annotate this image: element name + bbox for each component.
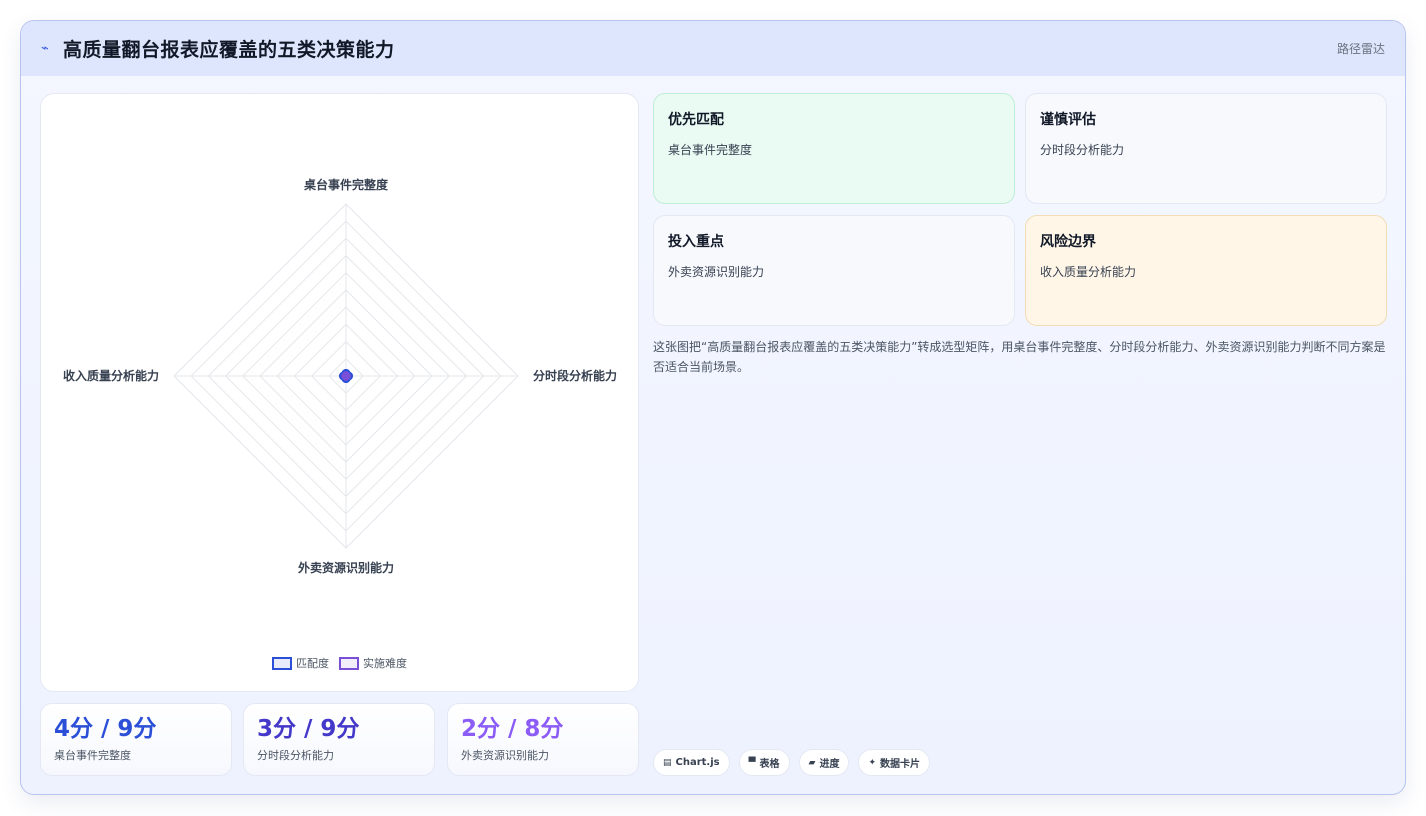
table-icon: ▀: [748, 757, 756, 768]
decision-title: 谨慎评估: [1040, 112, 1096, 128]
report-card: ⌁ 高质量翻台报表应覆盖的五类决策能力 路径雷达 桌台事件完整度 分时段分析能力外…: [20, 20, 1406, 795]
chip-label: 数据卡片: [880, 759, 921, 770]
radar-axis-label: 桌台事件完整度: [303, 177, 389, 192]
radar-chart: 桌台事件完整度分时段分析能力外卖资源识别能力 收入质量分析能力: [63, 177, 617, 575]
chart-icon: ▤: [663, 757, 672, 768]
stat-value: 3分 / 9分: [257, 716, 360, 742]
card-header: ⌁ 高质量翻台报表应覆盖的五类决策能力 路径雷达: [21, 21, 1405, 76]
stat-label: 外卖资源识别能力: [461, 749, 549, 762]
page-title: 高质量翻台报表应覆盖的五类决策能力: [63, 39, 395, 61]
stat-label: 分时段分析能力: [257, 749, 334, 762]
decision-title: 风险边界: [1040, 234, 1096, 250]
sparkle-icon: ⌁: [41, 41, 49, 56]
decision-value: 收入质量分析能力: [1040, 265, 1137, 279]
card-icon: ✦: [868, 757, 877, 768]
radar-axis-label: 分时段分析能力: [533, 368, 617, 383]
radar-axis-label: 收入质量分析能力: [63, 368, 159, 383]
stat-card-table-events: 4分 / 9分 桌台事件完整度: [40, 703, 232, 776]
decision-title: 投入重点: [668, 234, 724, 250]
chip-table[interactable]: ▀ 表格: [738, 749, 790, 776]
chart-type-tag: 路径雷达: [1336, 42, 1385, 56]
chip-progress[interactable]: ▰ 进度: [798, 749, 850, 776]
chip-label: Chart.js: [675, 757, 720, 768]
stat-value: 2分 / 8分: [461, 716, 564, 742]
radar-axis-label: 外卖资源识别能力: [298, 560, 394, 575]
legend-swatch-match: [272, 656, 292, 670]
decision-card-caution: 谨慎评估 分时段分析能力: [1025, 93, 1387, 204]
decision-card-investment: 投入重点 外卖资源识别能力: [653, 215, 1015, 326]
legend-item-match[interactable]: 匹配度: [272, 655, 329, 671]
radar-chart-panel: 桌台事件完整度分时段分析能力外卖资源识别能力 收入质量分析能力 匹配度 实施难度: [40, 93, 639, 692]
chip-data-card[interactable]: ✦ 数据卡片: [858, 749, 931, 776]
decision-title: 优先匹配: [668, 112, 724, 128]
decision-card-priority: 优先匹配 桌台事件完整度: [653, 93, 1015, 204]
decision-card-risk: 风险边界 收入质量分析能力: [1025, 215, 1387, 326]
chip-label: 进度: [819, 759, 840, 770]
legend-label-match: 匹配度: [296, 657, 329, 670]
radar-point-1-3: [341, 372, 349, 380]
chart-legend: 匹配度 实施难度: [41, 655, 638, 671]
progress-icon: ▰: [808, 757, 816, 768]
tech-chips: ▤ Chart.js ▀ 表格 ▰ 进度 ✦ 数据卡片: [653, 749, 931, 776]
stat-card-delivery: 2分 / 8分 外卖资源识别能力: [447, 703, 639, 776]
stat-label: 桌台事件完整度: [54, 749, 131, 762]
legend-swatch-difficulty: [339, 656, 359, 670]
legend-item-difficulty[interactable]: 实施难度: [339, 655, 407, 671]
decision-value: 桌台事件完整度: [668, 143, 753, 157]
legend-label-difficulty: 实施难度: [363, 657, 407, 670]
chip-label: 表格: [759, 759, 780, 770]
decision-value: 分时段分析能力: [1040, 143, 1125, 157]
chart-description: 这张图把“高质量翻台报表应覆盖的五类决策能力”转成选型矩阵，用桌台事件完整度、分…: [653, 340, 1386, 374]
stat-card-time-analysis: 3分 / 9分 分时段分析能力: [243, 703, 435, 776]
stat-value: 4分 / 9分: [54, 716, 157, 742]
decision-value: 外卖资源识别能力: [668, 265, 765, 279]
chip-chartjs[interactable]: ▤ Chart.js: [653, 749, 730, 776]
